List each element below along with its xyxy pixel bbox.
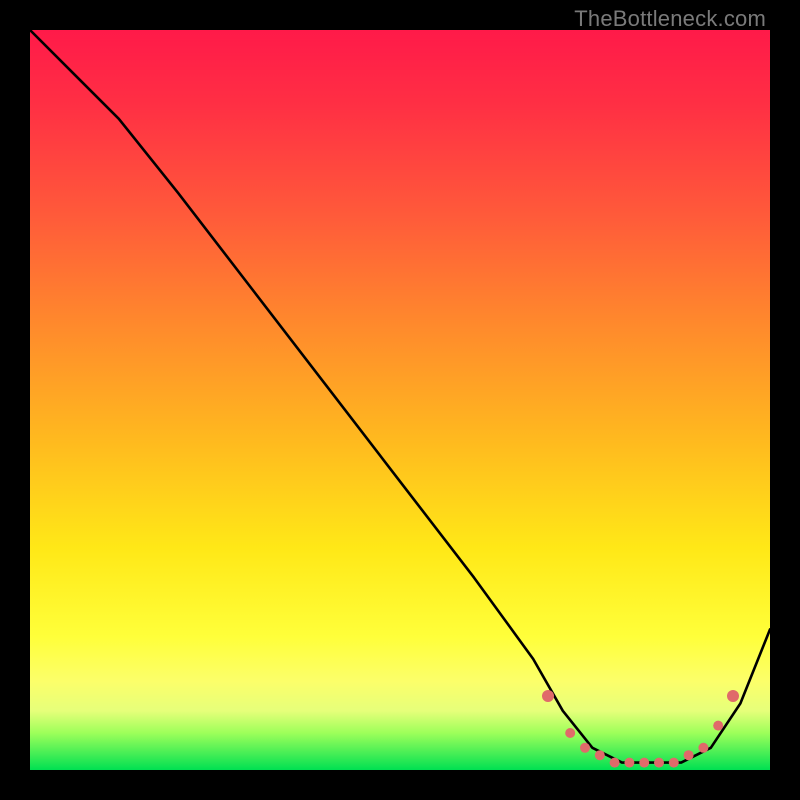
marker-dot — [713, 721, 723, 731]
marker-dot — [727, 690, 739, 702]
marker-dot — [624, 758, 634, 768]
marker-points — [542, 690, 739, 768]
marker-dot — [610, 758, 620, 768]
chart-svg — [30, 30, 770, 770]
marker-dot — [595, 750, 605, 760]
marker-dot — [580, 743, 590, 753]
curve-layer — [30, 30, 770, 763]
marker-dot — [639, 758, 649, 768]
marker-dot — [684, 750, 694, 760]
marker-dot — [669, 758, 679, 768]
marker-dot — [565, 728, 575, 738]
plot-area — [30, 30, 770, 770]
bottleneck-curve — [30, 30, 770, 763]
watermark-label: TheBottleneck.com — [574, 6, 766, 32]
marker-dot — [542, 690, 554, 702]
chart-frame: TheBottleneck.com — [0, 0, 800, 800]
marker-dot — [698, 743, 708, 753]
marker-dot — [654, 758, 664, 768]
